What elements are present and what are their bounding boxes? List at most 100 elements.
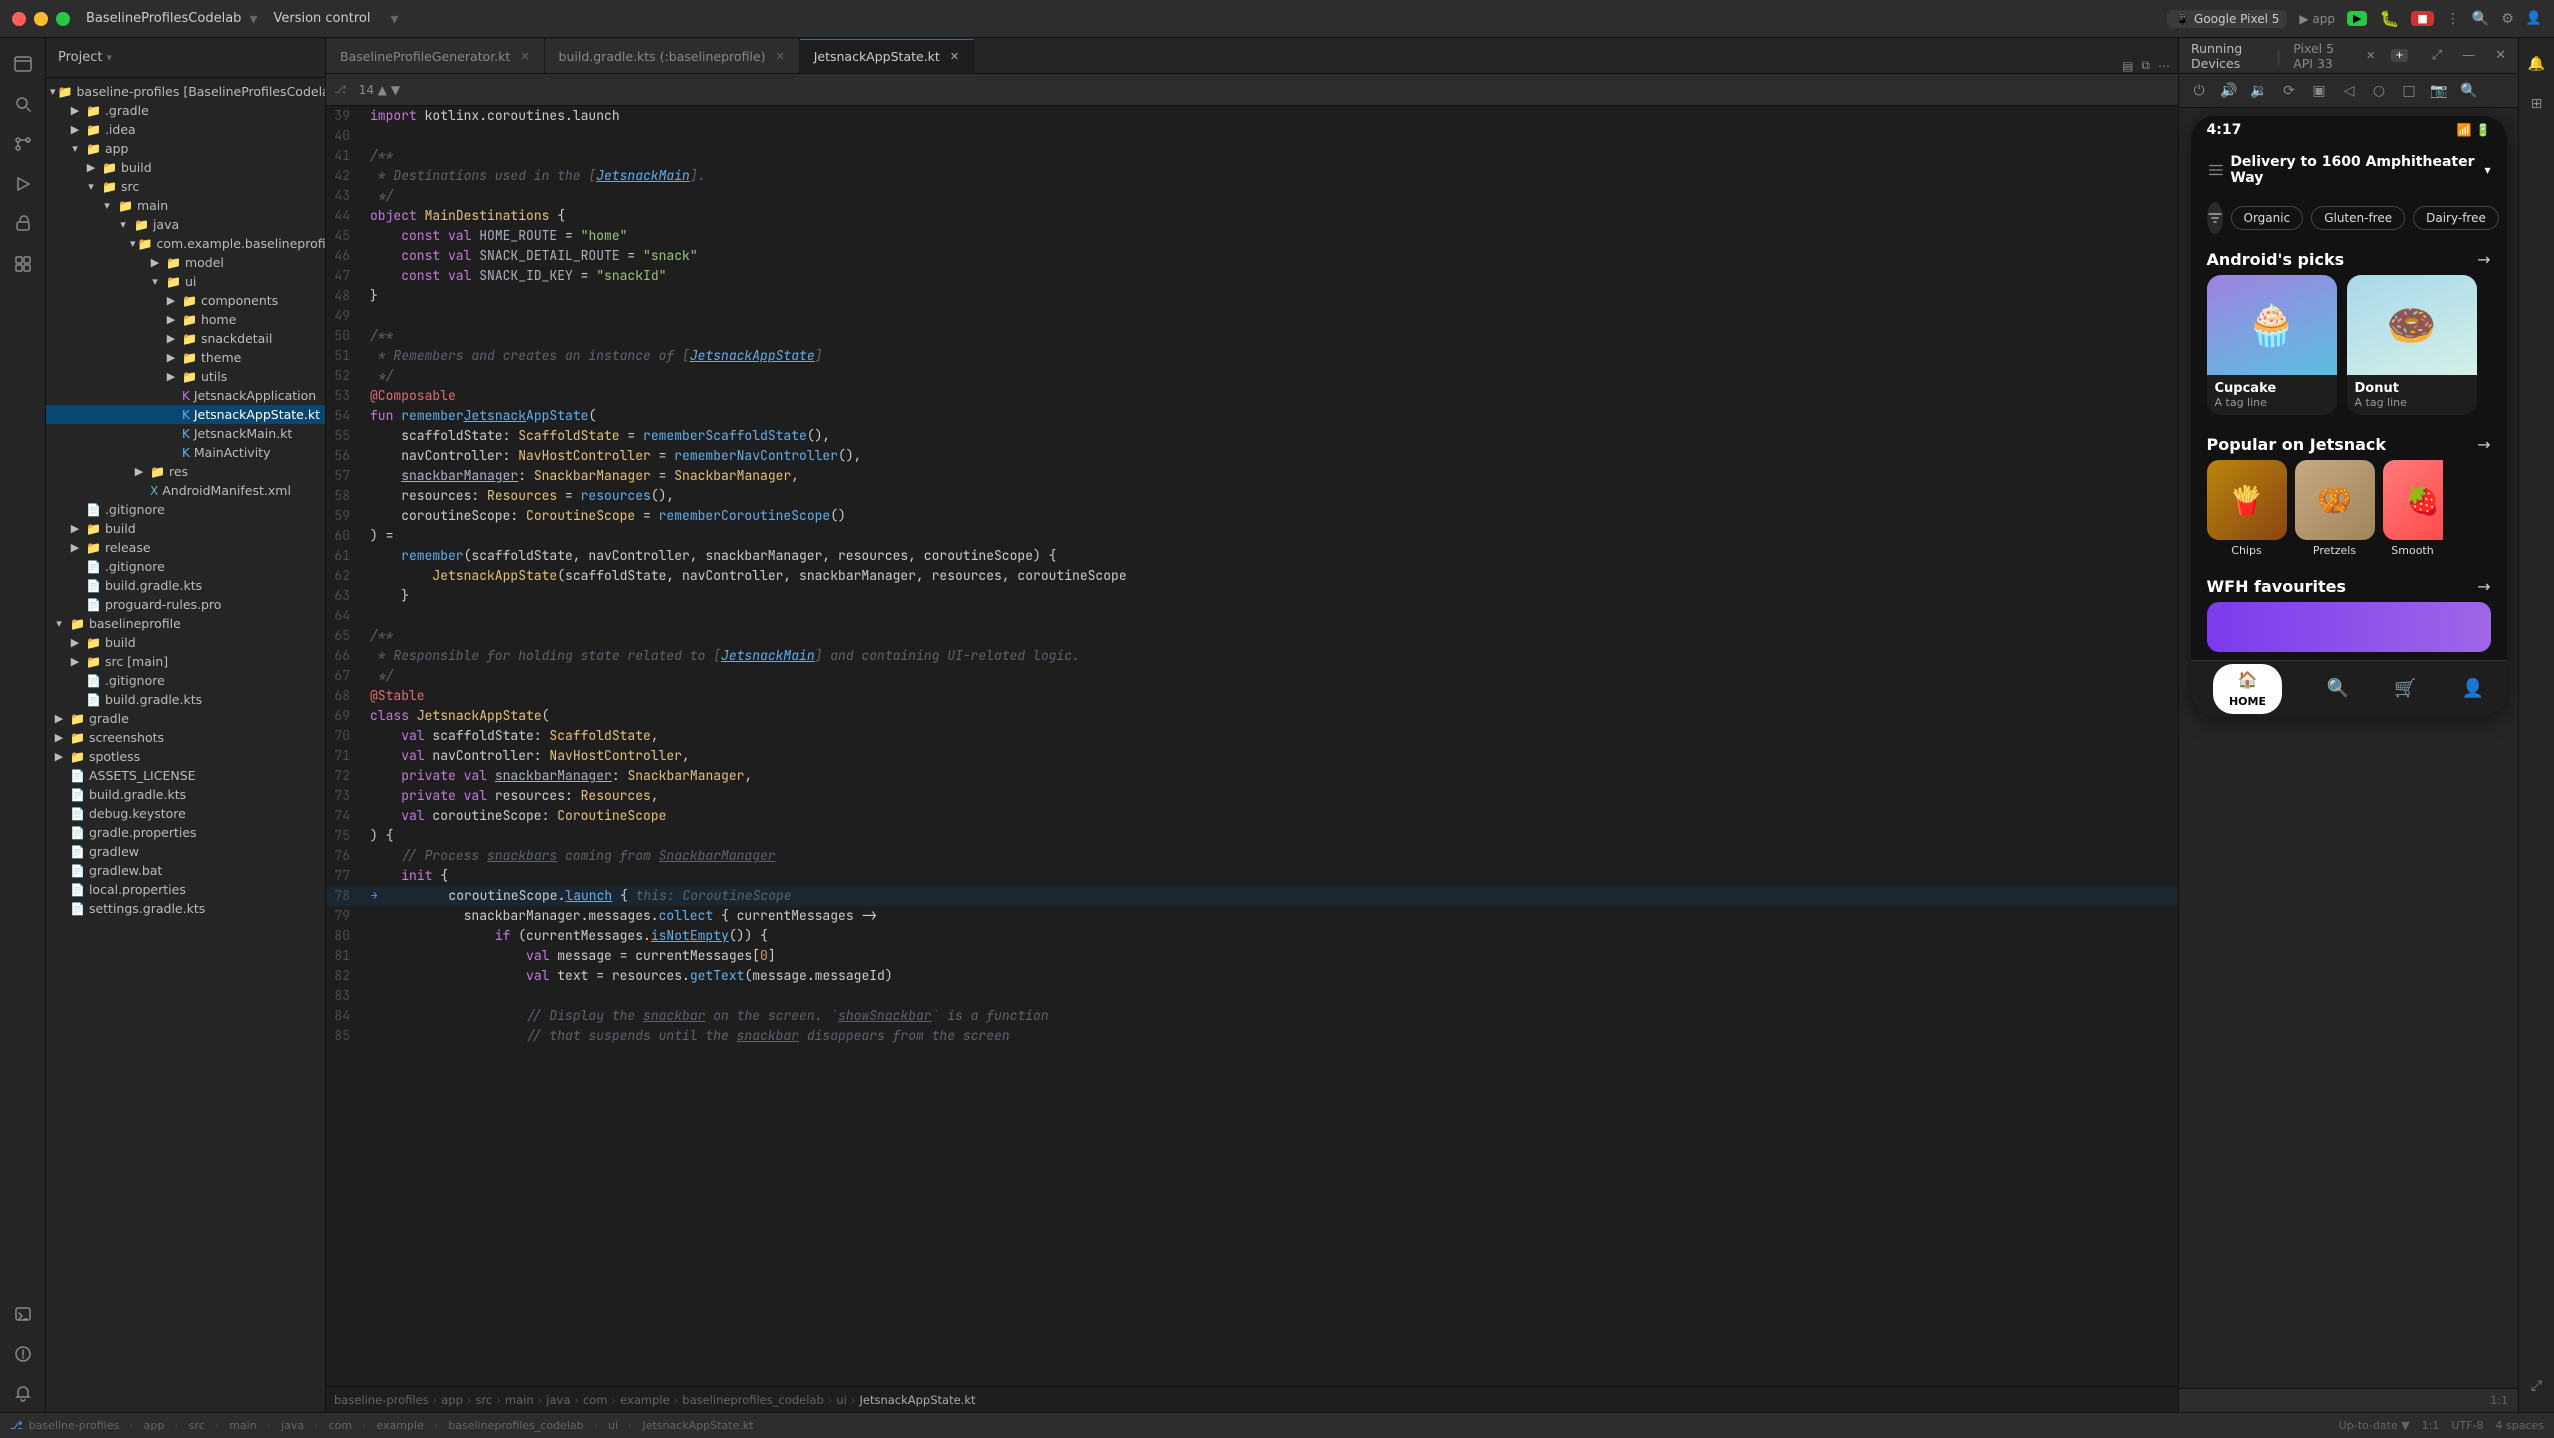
sidebar-item-project[interactable] — [5, 46, 41, 82]
tree-item-java[interactable]: ▾ 📁 java — [46, 215, 325, 234]
run-app-label[interactable]: ▶ app — [2299, 12, 2335, 26]
pop-card-pretzels[interactable]: 🥨 Pretzels — [2295, 460, 2375, 557]
zoom-btn[interactable]: 🔍 — [2457, 79, 2481, 103]
filter-icon[interactable] — [2207, 202, 2223, 234]
tree-item-utils[interactable]: ▶ 📁 utils — [46, 367, 325, 386]
sidebar-item-find[interactable] — [5, 86, 41, 122]
view-mode-icon[interactable]: ▤ — [2122, 59, 2133, 73]
vol-down-btn[interactable]: 🔉 — [2247, 79, 2271, 103]
tree-item-home[interactable]: ▶ 📁 home — [46, 310, 325, 329]
wfh-card[interactable] — [2207, 602, 2491, 652]
tree-item-package[interactable]: ▾ 📁 com.example.baselineprofiles_codel — [46, 234, 325, 253]
home-btn[interactable]: ○ — [2367, 79, 2391, 103]
pop-card-chips[interactable]: 🍟 Chips — [2207, 460, 2287, 557]
right-layout-icon[interactable]: ⊞ — [2519, 86, 2554, 122]
tree-item-build[interactable]: ▶ 📁 build — [46, 158, 325, 177]
rotate-btn[interactable]: ⟳ — [2277, 79, 2301, 103]
filter-chip-gluten[interactable]: Gluten-free — [2311, 206, 2405, 230]
tree-item-bp-bgkts[interactable]: 📄 build.gradle.kts — [46, 690, 325, 709]
debug-icon[interactable]: 🐛 — [2379, 9, 2399, 28]
sidebar-item-notifications[interactable] — [5, 1376, 41, 1412]
tree-item-mainactivity[interactable]: K MainActivity — [46, 443, 325, 462]
minimize-button[interactable] — [34, 12, 48, 26]
tree-item-screenshots[interactable]: ▶ 📁 screenshots — [46, 728, 325, 747]
tree-item-gradlewbat[interactable]: 📄 gradlew.bat — [46, 861, 325, 880]
tree-item-release[interactable]: ▶ 📁 release — [46, 538, 325, 557]
nav-profile[interactable]: 👤 — [2462, 678, 2484, 699]
tree-item-gitignore3[interactable]: 📄 .gitignore — [46, 671, 325, 690]
screenshot-btn[interactable]: 📷 — [2427, 79, 2451, 103]
tree-item-jetsnack-main[interactable]: K JetsnackMain.kt — [46, 424, 325, 443]
tree-item-src[interactable]: ▾ 📁 src — [46, 177, 325, 196]
vol-up-btn[interactable]: 🔊 — [2217, 79, 2241, 103]
tree-item-app[interactable]: ▾ 📁 app — [46, 139, 325, 158]
fold-btn[interactable]: ▣ — [2307, 79, 2331, 103]
tree-item-assets[interactable]: 📄 ASSETS_LICENSE — [46, 766, 325, 785]
tree-item-gradlew[interactable]: 📄 gradlew — [46, 842, 325, 861]
tree-item-gitignore2[interactable]: 📄 .gitignore — [46, 557, 325, 576]
tree-item-bp-build[interactable]: ▶ 📁 build — [46, 633, 325, 652]
profile-icon[interactable]: 👤 — [2526, 11, 2542, 26]
maximize-device-icon[interactable]: ⤢ — [2432, 48, 2442, 63]
tree-item-local-props[interactable]: 📄 local.properties — [46, 880, 325, 899]
tree-item-jetsnack-appstate[interactable]: K JetsnackAppState.kt — [46, 405, 325, 424]
back-btn[interactable]: ◁ — [2337, 79, 2361, 103]
tree-item-gradle-hidden[interactable]: ▶ 📁 .gradle — [46, 101, 325, 120]
settings-icon[interactable]: ⚙ — [2501, 11, 2514, 27]
tab-close-icon[interactable]: ✕ — [520, 50, 529, 63]
tab-close-icon3[interactable]: ✕ — [950, 50, 959, 63]
tree-item-root[interactable]: ▾ 📁 baseline-profiles [BaselineProfilesC… — [46, 82, 325, 101]
tree-item-spotless[interactable]: ▶ 📁 spotless — [46, 747, 325, 766]
tab-baseline-profile-generator[interactable]: BaselineProfileGenerator.kt ✕ — [326, 39, 545, 73]
tree-item-gitignore1[interactable]: 📄 .gitignore — [46, 500, 325, 519]
device-pill[interactable]: 📱 Google Pixel 5 — [2167, 10, 2287, 28]
device-tab-close[interactable]: ✕ — [2366, 49, 2375, 62]
tab-jetsnack-appstate[interactable]: JetsnackAppState.kt ✕ — [800, 39, 974, 73]
sidebar-item-vcs[interactable] — [5, 126, 41, 162]
close-device-panel-icon[interactable]: ✕ — [2495, 48, 2506, 63]
tree-item-components[interactable]: ▶ 📁 components — [46, 291, 325, 310]
tree-item-src-main[interactable]: ▶ 📁 src [main] — [46, 652, 325, 671]
close-button[interactable] — [12, 12, 26, 26]
wfh-arrow[interactable]: → — [2477, 577, 2490, 596]
tree-item-manifest[interactable]: X AndroidManifest.xml — [46, 481, 325, 500]
tree-item-gradle-props[interactable]: 📄 gradle.properties — [46, 823, 325, 842]
sidebar-item-problems[interactable] — [5, 1336, 41, 1372]
nav-home[interactable]: 🏠 HOME — [2213, 664, 2282, 714]
maximize-button[interactable] — [56, 12, 70, 26]
tree-item-ui[interactable]: ▾ 📁 ui — [46, 272, 325, 291]
tree-item-jetsnack-app[interactable]: K JetsnackApplication — [46, 386, 325, 405]
right-notifications-icon[interactable]: 🔔 — [2519, 46, 2554, 82]
delivery-chevron[interactable]: ▾ — [2484, 163, 2490, 177]
recents-btn[interactable]: □ — [2397, 79, 2421, 103]
tree-item-keystore[interactable]: 📄 debug.keystore — [46, 804, 325, 823]
tree-item-bgkts[interactable]: 📄 build.gradle.kts — [46, 576, 325, 595]
tree-item-baselineprofile[interactable]: ▾ 📁 baselineprofile — [46, 614, 325, 633]
tab-close-icon2[interactable]: ✕ — [775, 50, 784, 63]
tree-item-theme[interactable]: ▶ 📁 theme — [46, 348, 325, 367]
card-cupcake[interactable]: 🧁 Cupcake A tag line — [2207, 275, 2337, 415]
split-icon[interactable]: ⧉ — [2141, 58, 2150, 73]
tree-item-settings-gradle[interactable]: 📄 settings.gradle.kts — [46, 899, 325, 918]
androids-picks-arrow[interactable]: → — [2477, 250, 2490, 269]
power-btn[interactable]: ⏻ — [2187, 79, 2211, 103]
stop-button[interactable]: ■ — [2411, 11, 2433, 26]
phone-screen[interactable]: Delivery to 1600 Amphitheater Way ▾ Orga… — [2191, 144, 2507, 716]
tab-build-gradle[interactable]: build.gradle.kts (:baselineprofile) ✕ — [545, 39, 800, 73]
right-expand-icon[interactable]: ⤢ — [2519, 1368, 2554, 1404]
menu-icon[interactable] — [2207, 160, 2225, 180]
card-donut[interactable]: 🍩 Donut A tag line — [2347, 275, 2477, 415]
tree-item-root-bgkts[interactable]: 📄 build.gradle.kts — [46, 785, 325, 804]
sidebar-item-android[interactable] — [5, 206, 41, 242]
device-tab-label[interactable]: Pixel 5 API 33 — [2293, 41, 2352, 71]
running-devices-tab[interactable]: Running Devices — [2191, 41, 2264, 71]
sidebar-item-gradle[interactable] — [5, 246, 41, 282]
filter-chip-dairy[interactable]: Dairy-free — [2413, 206, 2499, 230]
code-editor-scroll[interactable]: 39 import kotlinx.coroutines.launch 40 4… — [326, 106, 2178, 1386]
run-button[interactable]: ▶ — [2347, 11, 2367, 26]
tree-item-build-gradle[interactable]: ▶ 📁 build — [46, 519, 325, 538]
tree-item-model[interactable]: ▶ 📁 model — [46, 253, 325, 272]
tree-item-res[interactable]: ▶ 📁 res — [46, 462, 325, 481]
pop-card-smooth[interactable]: 🍓 Smooth — [2383, 460, 2443, 557]
search-icon[interactable]: 🔍 — [2472, 11, 2489, 27]
